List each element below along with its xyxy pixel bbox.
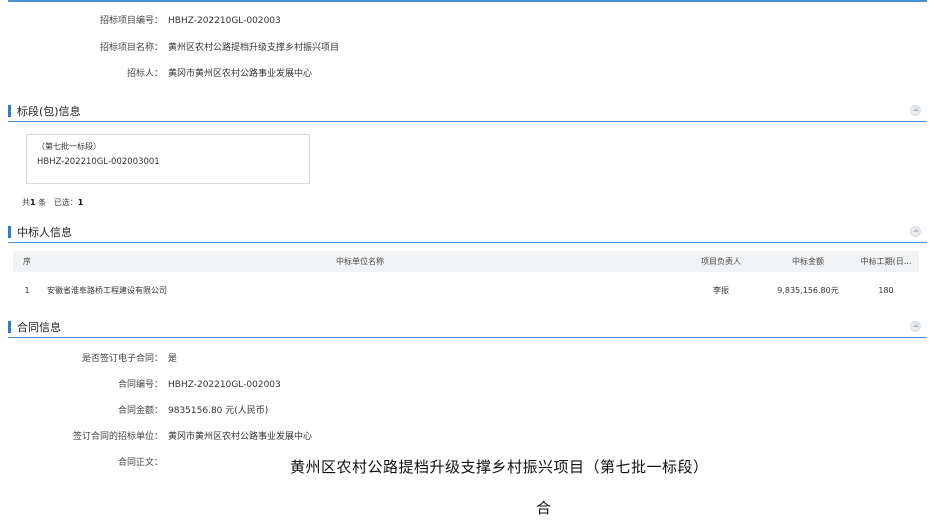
- section-marker: [8, 321, 11, 333]
- collapse-lots-icon[interactable]: [910, 105, 921, 116]
- project-code-row: 招标项目编号： HBHZ-202210GL-002003: [0, 14, 935, 28]
- section-winners-header: 中标人信息: [8, 222, 927, 243]
- top-divider: [8, 0, 927, 2]
- contract-code-label: 合同编号：: [117, 380, 163, 390]
- contract-body-label: 合同正文：: [117, 458, 163, 468]
- esign-label: 是否签订电子合同：: [81, 354, 163, 364]
- row-company: 安徽省淮阜路桥工程建设有限公司: [47, 285, 167, 295]
- winners-header-row: 序 中标单位名称 项目负责人 中标金额 中标工期(日...: [13, 251, 919, 272]
- row-manager: 李振: [713, 285, 729, 295]
- project-name-label: 招标项目名称：: [99, 43, 163, 53]
- selected-count: 1: [77, 198, 84, 207]
- tenderer-row: 招标人： 黄冈市黄州区农村公路事业发展中心: [0, 67, 935, 81]
- project-name-row: 招标项目名称： 黄州区农村公路提档升级支撑乡村振兴项目: [0, 41, 935, 55]
- tenderer-value: 黄冈市黄州区农村公路事业发展中心: [168, 69, 313, 79]
- contract-amount-row: 合同金额： 9835156.80 元(人民币): [0, 404, 935, 418]
- lot-code: HBHZ-202210GL-002003001: [37, 157, 160, 167]
- count-prefix: 共: [22, 198, 30, 207]
- contract-document-subtitle: 合: [536, 499, 552, 517]
- collapse-contract-icon[interactable]: [910, 321, 921, 332]
- row-amount: 9,835,156.80元: [777, 285, 839, 295]
- col-period-header[interactable]: 中标工期(日...: [853, 251, 919, 272]
- section-contract-title: 合同信息: [17, 321, 61, 334]
- contract-signer-label: 签订合同的招标单位：: [72, 432, 163, 442]
- project-code-value: HBHZ-202210GL-002003: [168, 16, 281, 26]
- count-suffix: 条: [38, 198, 47, 207]
- col-index-header[interactable]: 序: [13, 251, 41, 272]
- section-lots-title: 标段(包)信息: [17, 105, 81, 118]
- contract-amount-label: 合同金额：: [117, 406, 163, 416]
- section-lots-header: 标段(包)信息: [8, 101, 927, 122]
- contract-document-title: 黄州区农村公路提档升级支撑乡村振兴项目（第七批一标段）: [290, 458, 709, 476]
- lot-name: （第七批一标段）: [37, 142, 101, 151]
- section-marker: [8, 105, 11, 117]
- esign-row: 是否签订电子合同： 是: [0, 352, 935, 366]
- row-period: 180: [878, 285, 894, 295]
- contract-signer-value: 黄冈市黄州区农村公路事业发展中心: [168, 432, 313, 442]
- col-amount-header[interactable]: 中标金额: [763, 251, 853, 272]
- winners-table: 序 中标单位名称 项目负责人 中标金额 中标工期(日... 1 安徽省淮阜路桥工…: [13, 251, 919, 308]
- col-company-header[interactable]: 中标单位名称: [41, 251, 679, 272]
- esign-value: 是: [168, 354, 178, 364]
- col-manager-header[interactable]: 项目负责人: [679, 251, 763, 272]
- row-index: 1: [24, 285, 30, 295]
- tenderer-label: 招标人：: [126, 69, 163, 79]
- section-contract-header: 合同信息: [8, 317, 927, 338]
- table-row[interactable]: 1 安徽省淮阜路桥工程建设有限公司 李振 9,835,156.80元 180: [13, 272, 919, 308]
- contract-code-value: HBHZ-202210GL-002003: [168, 380, 281, 390]
- section-winners-title: 中标人信息: [17, 226, 72, 239]
- project-code-label: 招标项目编号：: [99, 16, 163, 26]
- selected-label: 已选：: [53, 198, 78, 207]
- contract-signer-row: 签订合同的招标单位： 黄冈市黄州区农村公路事业发展中心: [0, 430, 935, 444]
- collapse-winners-icon[interactable]: [910, 226, 921, 237]
- section-marker: [8, 226, 11, 238]
- lot-card[interactable]: （第七批一标段） HBHZ-202210GL-002003001: [26, 134, 310, 184]
- count-total: 1: [30, 198, 36, 207]
- contract-amount-value: 9835156.80 元(人民币): [168, 406, 269, 416]
- selection-count: 共1 条 已选：1: [22, 197, 83, 208]
- project-name-value: 黄州区农村公路提档升级支撑乡村振兴项目: [168, 43, 340, 53]
- contract-code-row: 合同编号： HBHZ-202210GL-002003: [0, 378, 935, 392]
